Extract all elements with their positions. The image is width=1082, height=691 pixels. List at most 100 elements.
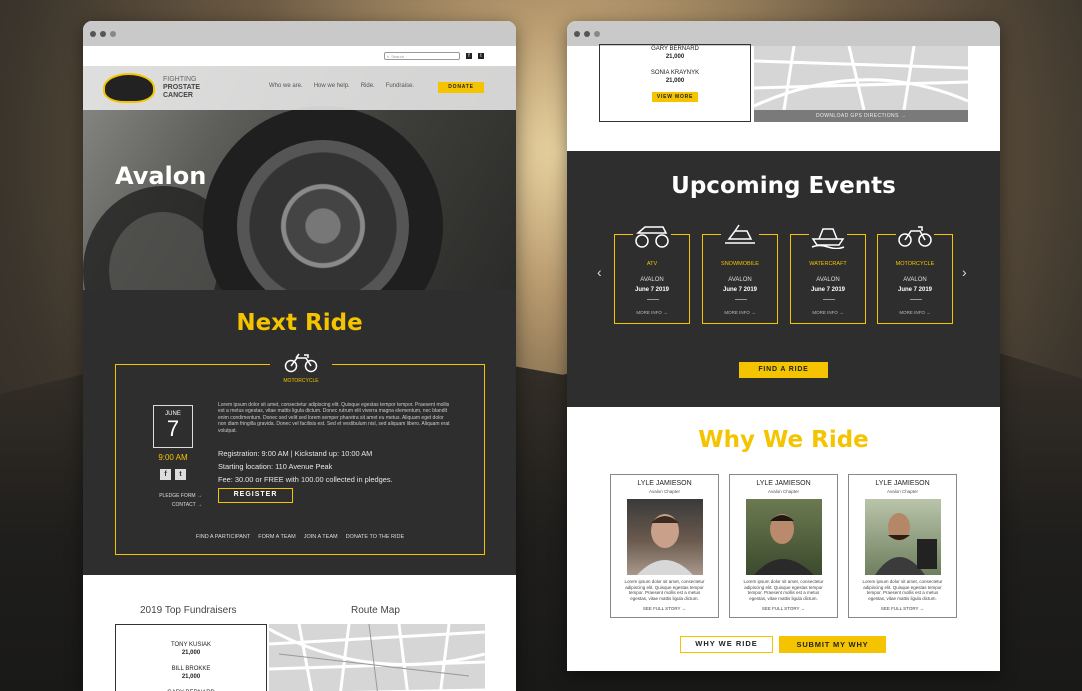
window-dot[interactable]	[110, 30, 116, 37]
ride-type-badge: MOTORCYCLE	[270, 351, 332, 391]
event-date: June 7 2019	[722, 287, 758, 293]
facebook-icon[interactable]: f	[160, 469, 171, 480]
snowmobile-icon	[721, 221, 759, 251]
next-ride-box: MOTORCYCLE JUNE 7 9:00 AM f t PLEDGE FOR…	[115, 351, 485, 555]
why-we-ride-button[interactable]: WHY WE RIDE	[680, 636, 773, 653]
see-full-story-link[interactable]: SEE FULL STORY →	[611, 606, 718, 611]
facebook-icon[interactable]: f	[466, 53, 472, 59]
ride-description: Lorem ipsum dolor sit amet, consectetur …	[218, 402, 450, 434]
nav-ride[interactable]: Ride.	[361, 83, 375, 89]
divider	[910, 299, 922, 300]
date-box: JUNE 7	[153, 405, 193, 448]
fpc-logo[interactable]: FIGHTING PROSTATE CANCER	[163, 76, 203, 100]
hero-photo-wheel	[203, 106, 443, 290]
window-dot[interactable]	[584, 30, 590, 37]
twitter-icon[interactable]: t	[175, 469, 186, 480]
search-input[interactable]: ⌕ Search	[384, 52, 460, 60]
donate-button[interactable]: DONATE	[438, 82, 484, 93]
why-we-ride-section: Why We Ride LYLE JAMIESON Avalon Chapter…	[567, 407, 1000, 669]
nav-fundraise[interactable]: Fundraise.	[386, 83, 414, 89]
chevron-left-icon[interactable]: ‹	[597, 264, 602, 280]
ride-time: 9:00 AM	[158, 453, 188, 462]
event-type: WATERCRAFT	[809, 261, 847, 267]
fundraiser-amount: 21,000	[665, 78, 685, 84]
fundraiser-name: BILL BROKKE	[171, 666, 211, 672]
event-type: ATV	[646, 261, 658, 267]
fundraisers-continued: GARY BERNARD 21,000 SONIA KRAYNYK 21,000…	[567, 44, 1000, 151]
more-info-link[interactable]: MORE INFO →	[791, 310, 865, 315]
ride-logo-icon[interactable]	[103, 73, 155, 103]
story-chapter: Avalon Chapter	[768, 489, 799, 494]
join-team-link[interactable]: JOIN A TEAM	[304, 534, 338, 540]
event-location: AVALON	[728, 277, 752, 283]
event-card[interactable]: WATERCRAFT AVALON June 7 2019 MORE INFO …	[790, 221, 866, 324]
story-name: LYLE JAMIESON	[637, 480, 692, 487]
twitter-icon[interactable]: t	[478, 53, 484, 59]
event-location: AVALON	[640, 277, 664, 283]
share-icons: f t	[160, 469, 186, 480]
story-excerpt: Lorem ipsum dolor sit amet, consectetur …	[743, 579, 824, 601]
register-button[interactable]: REGISTER	[218, 488, 293, 503]
gps-download-link[interactable]: DOWNLOAD GPS DIRECTIONS →	[754, 110, 968, 122]
utility-bar: ⌕ Search f t	[83, 46, 516, 66]
nav-how-we-help[interactable]: How we help.	[314, 83, 350, 89]
more-info-link[interactable]: MORE INFO →	[878, 310, 952, 315]
event-date: June 7 2019	[897, 287, 933, 293]
pledge-form-link[interactable]: PLEDGE FORM →	[146, 492, 202, 501]
logo-text: CANCER	[163, 92, 193, 99]
fundraiser-name: TONY KUSIAK	[170, 642, 212, 648]
story-excerpt: Lorem ipsum dolor sit amet, consectetur …	[862, 579, 943, 601]
route-map[interactable]	[754, 46, 968, 110]
window-dot[interactable]	[574, 30, 580, 37]
ride-details: Registration: 9:00 AM | Kickstand up: 10…	[218, 447, 458, 486]
fundraiser-name: SONIA KRAYNYK	[650, 70, 700, 76]
location-info: Starting location: 110 Avenue Peak	[218, 462, 333, 471]
event-card[interactable]: MOTORCYCLE AVALON June 7 2019 MORE INFO …	[877, 221, 953, 324]
event-card[interactable]: SNOWMOBILE AVALON June 7 2019 MORE INFO …	[702, 221, 778, 324]
form-team-link[interactable]: FORM A TEAM	[258, 534, 296, 540]
next-ride-section: Next Ride MOTORCYCLE JUNE 7 9:00 AM f t …	[83, 290, 516, 575]
story-name: LYLE JAMIESON	[875, 480, 930, 487]
fundraiser-amount: 21,000	[665, 54, 685, 60]
browser-window-right: GARY BERNARD 21,000 SONIA KRAYNYK 21,000…	[567, 21, 1000, 671]
route-map-heading: Route Map	[351, 605, 400, 616]
page-title: Avalon	[115, 162, 207, 190]
event-type: SNOWMOBILE	[721, 261, 759, 267]
window-dot[interactable]	[100, 30, 106, 37]
story-excerpt: Lorem ipsum dolor sit amet, consectetur …	[624, 579, 705, 601]
chevron-right-icon[interactable]: ›	[962, 264, 967, 280]
more-info-link[interactable]: MORE INFO →	[703, 310, 777, 315]
map-image	[754, 46, 968, 110]
story-card[interactable]: LYLE JAMIESON Avalon Chapter Lorem ipsum…	[848, 474, 957, 618]
main-navbar: FIGHTING PROSTATE CANCER Who we are. How…	[83, 66, 516, 110]
fundraiser-amount: 21,000	[181, 674, 201, 680]
story-card[interactable]: LYLE JAMIESON Avalon Chapter Lorem ipsum…	[729, 474, 838, 618]
story-card[interactable]: LYLE JAMIESON Avalon Chapter Lorem ipsum…	[610, 474, 719, 618]
more-info-link[interactable]: MORE INFO →	[615, 310, 689, 315]
donate-ride-link[interactable]: DONATE TO THE RIDE	[346, 534, 405, 540]
hero-banner: FIGHTING PROSTATE CANCER Who we are. How…	[83, 66, 516, 290]
find-a-ride-button[interactable]: FIND A RIDE	[739, 362, 828, 378]
nav-who-we-are[interactable]: Who we are.	[269, 83, 303, 89]
window-dot[interactable]	[594, 30, 600, 37]
view-more-button[interactable]: VIEW MORE	[652, 92, 698, 102]
story-name: LYLE JAMIESON	[756, 480, 811, 487]
window-titlebar	[83, 21, 516, 46]
upcoming-events-section: Upcoming Events ‹ › ATV AVALON June 7 20…	[567, 151, 1000, 407]
motorcycle-icon	[896, 221, 934, 251]
fundraisers-heading: 2019 Top Fundraisers	[140, 605, 237, 616]
window-dot[interactable]	[90, 30, 96, 37]
submit-my-why-button[interactable]: SUBMIT MY WHY	[779, 636, 886, 653]
person-photo	[864, 499, 941, 575]
contact-link[interactable]: CONTACT →	[146, 501, 202, 510]
fee-info: Fee: 30.00 or FREE with 100.00 collected…	[218, 475, 393, 484]
event-type: MOTORCYCLE	[895, 261, 935, 267]
event-card[interactable]: ATV AVALON June 7 2019 MORE INFO →	[614, 221, 690, 324]
date-day: 7	[166, 416, 180, 441]
see-full-story-link[interactable]: SEE FULL STORY →	[730, 606, 837, 611]
atv-icon	[633, 221, 671, 251]
see-full-story-link[interactable]: SEE FULL STORY →	[849, 606, 956, 611]
nav-links: Who we are. How we help. Ride. Fundraise…	[269, 83, 414, 89]
route-map[interactable]	[269, 624, 485, 691]
find-participant-link[interactable]: FIND A PARTICIPANT	[196, 534, 250, 540]
